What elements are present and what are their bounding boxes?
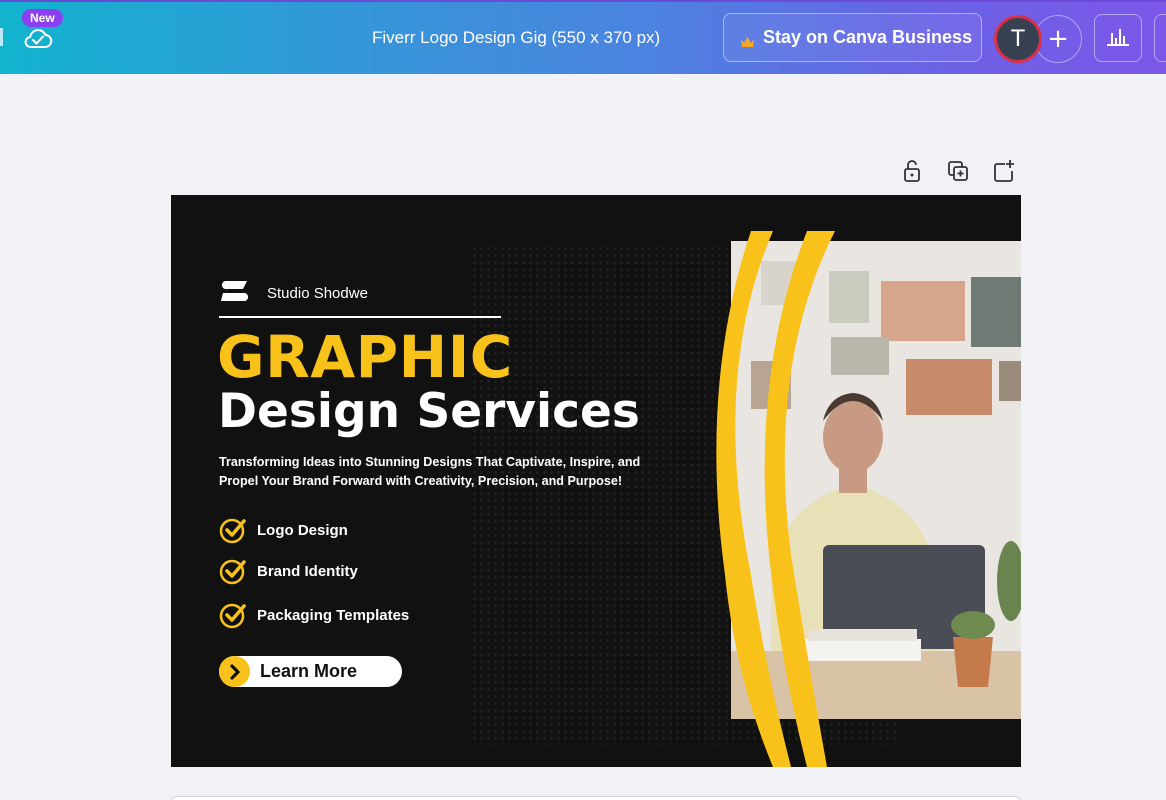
brand-name: Studio Shodwe	[267, 284, 368, 302]
yellow-swoosh	[716, 231, 835, 767]
learn-more-label: Learn More	[260, 661, 358, 681]
design-canvas[interactable]: Studio Shodwe GRAPHIC Design Services Tr…	[171, 195, 1021, 767]
insights-button[interactable]	[1094, 14, 1142, 62]
business-button-label: Stay on Canva Business	[763, 27, 973, 47]
studio-logo-icon	[219, 279, 251, 307]
learn-more-button[interactable]: Learn More	[219, 656, 402, 687]
sidebar-edge	[0, 28, 3, 46]
top-toolbar: New Fiverr Logo Design Gig (550 x 370 px…	[0, 0, 1166, 74]
bar-chart-icon	[1105, 25, 1131, 51]
divider	[219, 316, 501, 318]
next-page-preview[interactable]	[171, 796, 1021, 800]
stay-on-canva-business-button[interactable]: Stay on Canva Business	[723, 13, 982, 62]
document-title[interactable]: Fiverr Logo Design Gig (550 x 370 px)	[372, 28, 660, 48]
top-accent-line	[0, 0, 1166, 2]
feature-label: Brand Identity	[257, 562, 358, 580]
share-button[interactable]	[1154, 14, 1166, 62]
cloud-check-icon[interactable]	[22, 24, 54, 52]
tagline-text[interactable]: Transforming Ideas into Stunning Designs…	[219, 453, 659, 491]
check-circle-icon	[219, 601, 247, 629]
user-avatar[interactable]: T	[994, 15, 1042, 63]
add-page-icon[interactable]	[992, 158, 1016, 184]
headline-graphic[interactable]: GRAPHIC	[217, 323, 513, 391]
check-circle-icon	[219, 557, 247, 585]
check-circle-icon	[219, 516, 247, 544]
headline-design-services[interactable]: Design Services	[218, 384, 640, 439]
page-toolbar	[900, 158, 1016, 184]
feature-item[interactable]: Packaging Templates	[219, 601, 409, 629]
crown-icon	[740, 32, 755, 47]
chevron-right-icon	[219, 656, 250, 687]
unlock-icon[interactable]	[900, 158, 924, 184]
feature-item[interactable]: Brand Identity	[219, 557, 358, 585]
feature-item[interactable]: Logo Design	[219, 516, 348, 544]
brand-block[interactable]: Studio Shodwe	[219, 279, 368, 307]
feature-label: Packaging Templates	[257, 606, 410, 624]
avatar-initial: T	[1010, 25, 1026, 52]
feature-label: Logo Design	[257, 521, 348, 539]
plus-icon: +	[1047, 24, 1069, 54]
duplicate-page-icon[interactable]	[946, 158, 970, 184]
